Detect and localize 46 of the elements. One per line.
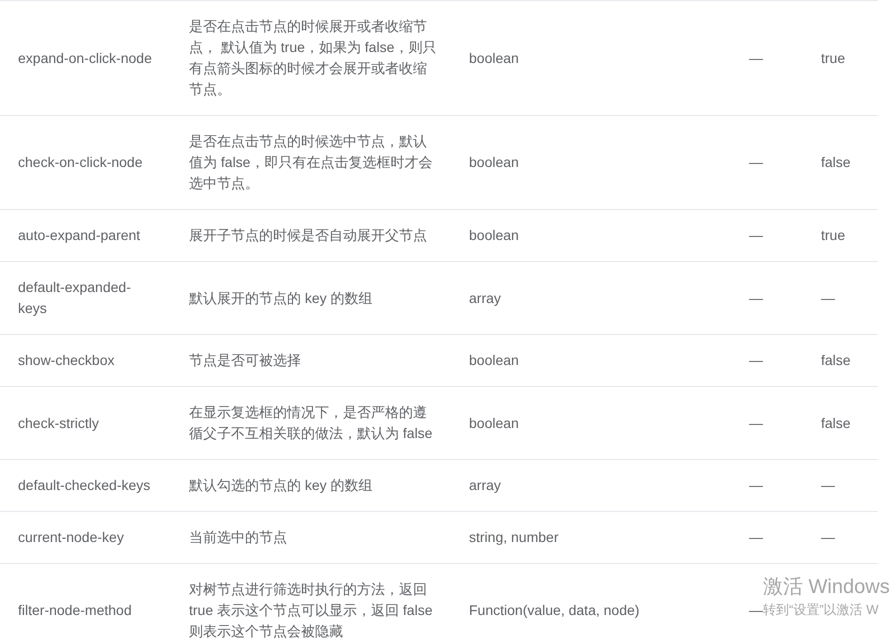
table-cell: boolean bbox=[469, 227, 519, 243]
activation-title: 激活 Windows bbox=[763, 575, 890, 600]
table-cell: — bbox=[749, 50, 763, 66]
table-cell: array bbox=[469, 290, 501, 306]
table-cell: show-checkbox bbox=[18, 352, 114, 368]
table-cell: true bbox=[821, 50, 846, 66]
table-cell: 展开子节点的时候是否自动展开父节点 bbox=[189, 227, 427, 243]
table-cell: expand-on-click-node bbox=[18, 50, 152, 66]
table-cell: 默认展开的节点的 key 的数组 bbox=[189, 290, 373, 306]
table-cell: filter-node-method bbox=[18, 602, 132, 618]
table-cell: — bbox=[821, 529, 835, 545]
table-cell: — bbox=[749, 529, 763, 545]
table-cell: — bbox=[749, 154, 763, 170]
table-cell: auto-expand-parent bbox=[18, 227, 140, 243]
table-cell: check-on-click-node bbox=[18, 154, 142, 170]
table-cell: boolean bbox=[469, 352, 519, 368]
table-cell: 当前选中的节点 bbox=[189, 529, 287, 545]
table-cell: false bbox=[821, 154, 851, 170]
table-cell: default-expanded-keys bbox=[18, 279, 131, 316]
table-cell: default-checked-keys bbox=[18, 477, 150, 493]
table-cell: false bbox=[821, 414, 851, 430]
table-cell: — bbox=[749, 477, 763, 493]
table-cell: 是否在点击节点的时候展开或者收缩节点， 默认值为 true，如果为 false，则只有点箭头图标的时候才会展开或者收缩节点。 bbox=[189, 18, 436, 97]
table-cell: current-node-key bbox=[18, 529, 124, 545]
table-cell: check-strictly bbox=[18, 414, 99, 430]
table-cell: — bbox=[749, 414, 763, 430]
table-cell: — bbox=[749, 227, 763, 243]
table-cell: 在显示复选框的情况下，是否严格的遵循父子不互相关联的做法，默认为 false bbox=[189, 404, 432, 441]
table-cell: boolean bbox=[469, 414, 519, 430]
table-cell: 节点是否可被选择 bbox=[189, 352, 301, 368]
activation-subtitle: 转到“设置”以激活 W bbox=[763, 601, 880, 619]
table-cell: boolean bbox=[469, 154, 519, 170]
table-cell: true bbox=[821, 227, 846, 243]
table-cell: — bbox=[749, 602, 763, 618]
table-cell: string, number bbox=[469, 529, 558, 545]
table-cell: array bbox=[469, 477, 501, 493]
table-cell: false bbox=[821, 352, 851, 368]
table-cell: Function(value, data, node) bbox=[469, 602, 640, 618]
table-cell: boolean bbox=[469, 50, 519, 66]
table-cell: — bbox=[749, 290, 763, 306]
table-cell: — bbox=[821, 477, 835, 493]
table-cell: — bbox=[821, 290, 835, 306]
table-cell: — bbox=[749, 352, 763, 368]
table-cell: 对树节点进行筛选时执行的方法，返回 true 表示这个节点可以显示，返回 false 则表示这个节点会被隐藏 bbox=[189, 581, 432, 639]
table-cell: 是否在点击节点的时候选中节点，默认值为 false，即只有在点击复选框时才会选中节点。 bbox=[189, 133, 432, 191]
table-cell: 默认勾选的节点的 key 的数组 bbox=[189, 477, 373, 493]
